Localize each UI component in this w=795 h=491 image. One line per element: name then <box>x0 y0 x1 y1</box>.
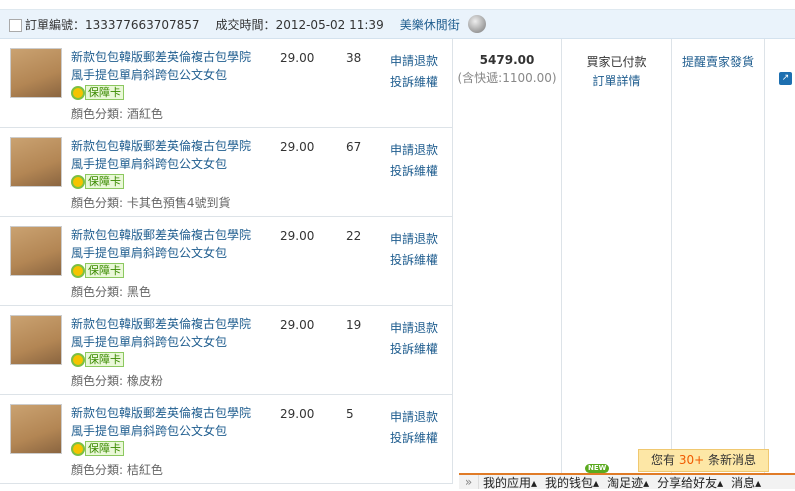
product-sku: 顏色分類: 橡皮粉 <box>71 374 163 388</box>
guarantee-card-badge[interactable]: 保障卡 <box>71 263 124 278</box>
order-checkbox[interactable] <box>9 19 22 32</box>
guarantee-card-badge[interactable]: 保障卡 <box>71 352 124 367</box>
order-number-label: 訂單編號： <box>25 17 86 32</box>
refund-link[interactable]: 申請退款 <box>390 229 438 250</box>
unit-price: 29.00 <box>280 407 315 421</box>
shipping-fee: (含快遞:1100.00) <box>457 71 557 85</box>
notice-suffix: 条新消息 <box>704 453 756 467</box>
status-column: 買家已付款 訂單詳情 <box>562 39 672 479</box>
bottom-toolbar: » 我的应用▴ 我的钱包▴ 淘足迹▴ 分享给好友▴ 消息▴ <box>459 473 795 491</box>
expand-toolbar-button[interactable]: » <box>459 475 479 489</box>
wangwang-chat-icon[interactable] <box>467 15 486 33</box>
toolbar-menu-item[interactable]: 分享给好友▴ <box>653 474 727 491</box>
total-amount: 5479.00 <box>479 53 535 67</box>
product-title-link[interactable]: 新款包包韓版郵差英倫複古包學院風手提包單肩斜跨包公文女包 <box>71 226 261 262</box>
quantity: 38 <box>346 51 362 65</box>
product-title-link[interactable]: 新款包包韓版郵差英倫複古包學院風手提包單肩斜跨包公文女包 <box>71 404 261 440</box>
item-list: 新款包包韓版郵差英倫複古包學院風手提包單肩斜跨包公文女包 保障卡 顏色分類: 酒… <box>0 39 453 484</box>
new-badge: NEW <box>585 464 610 473</box>
order-status: 買家已付款 <box>586 55 647 69</box>
item-row: 新款包包韓版郵差英倫複古包學院風手提包單肩斜跨包公文女包 保障卡 顏色分類: 桔… <box>0 395 452 484</box>
product-thumbnail[interactable] <box>10 48 62 98</box>
flower-icon <box>71 85 85 100</box>
complaint-link[interactable]: 投訴維權 <box>390 72 438 93</box>
product-title-link[interactable]: 新款包包韓版郵差英倫複古包學院風手提包單肩斜跨包公文女包 <box>71 315 261 351</box>
complaint-link[interactable]: 投訴維權 <box>390 250 438 271</box>
item-row: 新款包包韓版郵差英倫複古包學院風手提包單肩斜跨包公文女包 保障卡 顏色分類: 黑… <box>0 217 452 306</box>
refund-link[interactable]: 申請退款 <box>390 51 438 72</box>
order-detail-link[interactable]: 訂單詳情 <box>562 72 671 91</box>
total-column: 5479.00 (含快遞:1100.00) <box>453 39 562 479</box>
notice-prefix: 您有 <box>651 453 679 467</box>
product-sku: 顏色分類: 桔紅色 <box>71 463 163 477</box>
shop-link[interactable]: 美樂休閒街 <box>400 16 460 33</box>
unit-price: 29.00 <box>280 229 315 243</box>
new-messages-tooltip[interactable]: 您有 30+ 条新消息 <box>638 449 769 472</box>
guarantee-card-badge[interactable]: 保障卡 <box>71 174 124 189</box>
item-row: 新款包包韓版郵差英倫複古包學院風手提包單肩斜跨包公文女包 保障卡 顏色分類: 卡… <box>0 128 452 217</box>
product-sku: 顏色分類: 酒紅色 <box>71 107 163 121</box>
share-icon[interactable]: ↗ <box>779 72 792 85</box>
flower-icon <box>71 174 85 189</box>
guarantee-card-label: 保障卡 <box>85 263 124 278</box>
complaint-link[interactable]: 投訴維權 <box>390 339 438 360</box>
toolbar-menu-item[interactable]: 我的应用▴ <box>479 474 541 491</box>
product-title-link[interactable]: 新款包包韓版郵差英倫複古包學院風手提包單肩斜跨包公文女包 <box>71 48 261 84</box>
flower-icon <box>71 352 85 367</box>
order-header: 訂單編號：133377663707857 成交時間：2012-05-02 11:… <box>0 10 795 39</box>
guarantee-card-badge[interactable]: 保障卡 <box>71 85 124 100</box>
order-time: 成交時間：2012-05-02 11:39 <box>216 16 384 33</box>
guarantee-card-badge[interactable]: 保障卡 <box>71 441 124 456</box>
refund-link[interactable]: 申請退款 <box>390 140 438 161</box>
product-title-link[interactable]: 新款包包韓版郵差英倫複古包學院風手提包單肩斜跨包公文女包 <box>71 137 261 173</box>
toolbar-menu-item[interactable]: 我的钱包▴ <box>541 474 603 491</box>
toolbar-menu-item[interactable]: 淘足迹▴ <box>603 474 653 491</box>
remind-ship-link[interactable]: 提醒賣家發貨 <box>682 55 754 69</box>
order-time-value: 2012-05-02 11:39 <box>275 17 384 32</box>
unit-price: 29.00 <box>280 140 315 154</box>
quantity: 5 <box>346 407 354 421</box>
item-row: 新款包包韓版郵差英倫複古包學院風手提包單肩斜跨包公文女包 保障卡 顏色分類: 酒… <box>0 39 452 128</box>
guarantee-card-label: 保障卡 <box>85 352 124 367</box>
product-thumbnail[interactable] <box>10 404 62 454</box>
complaint-link[interactable]: 投訴維權 <box>390 161 438 182</box>
product-sku: 顏色分類: 卡其色預售4號到貨 <box>71 196 231 210</box>
product-thumbnail[interactable] <box>10 137 62 187</box>
quantity: 67 <box>346 140 362 154</box>
refund-link[interactable]: 申請退款 <box>390 407 438 428</box>
unit-price: 29.00 <box>280 51 315 65</box>
guarantee-card-label: 保障卡 <box>85 85 124 100</box>
quantity: 22 <box>346 229 362 243</box>
quantity: 19 <box>346 318 362 332</box>
refund-link[interactable]: 申請退款 <box>390 318 438 339</box>
order-time-label: 成交時間： <box>215 17 276 32</box>
action-column: 提醒賣家發貨 <box>672 39 765 479</box>
flower-icon <box>71 441 85 456</box>
order-number: 訂單編號：133377663707857 <box>25 16 200 33</box>
item-row: 新款包包韓版郵差英倫複古包學院風手提包單肩斜跨包公文女包 保障卡 顏色分類: 橡… <box>0 306 452 395</box>
order-number-value: 133377663707857 <box>85 17 200 32</box>
guarantee-card-label: 保障卡 <box>85 441 124 456</box>
product-thumbnail[interactable] <box>10 226 62 276</box>
unit-price: 29.00 <box>280 318 315 332</box>
complaint-link[interactable]: 投訴維權 <box>390 428 438 449</box>
top-divider <box>0 0 795 10</box>
guarantee-card-label: 保障卡 <box>85 174 124 189</box>
product-sku: 顏色分類: 黑色 <box>71 285 151 299</box>
product-thumbnail[interactable] <box>10 315 62 365</box>
notice-count: 30+ <box>678 453 705 467</box>
toolbar-menu-item[interactable]: 消息▴ <box>727 474 765 491</box>
flower-icon <box>71 263 85 278</box>
